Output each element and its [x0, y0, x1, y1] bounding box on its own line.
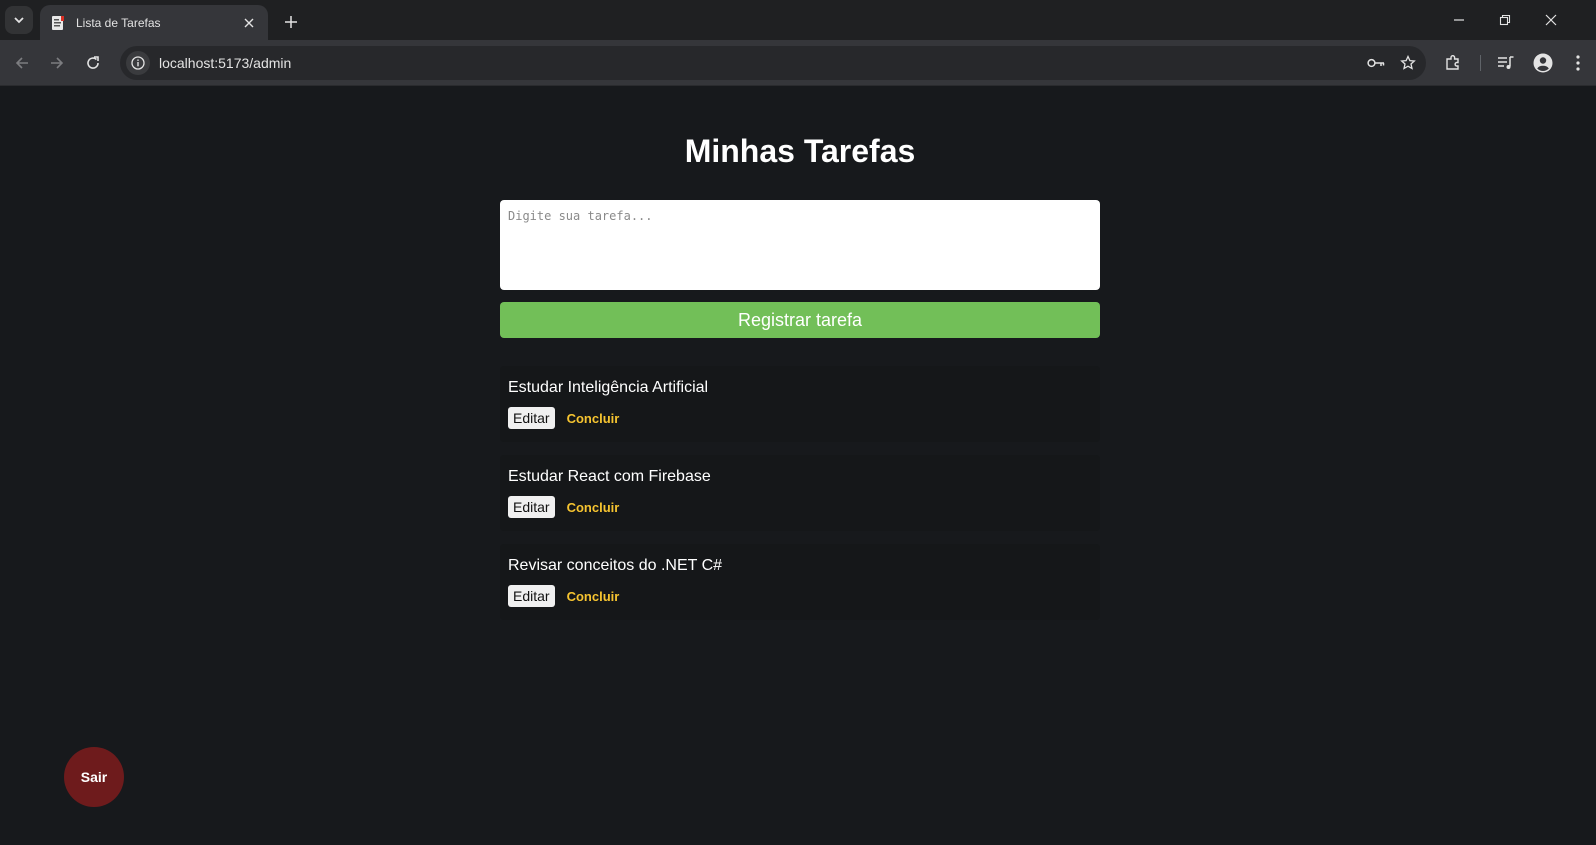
- task-text: Revisar conceitos do .NET C#: [508, 557, 723, 574]
- media-queue-icon[interactable]: [1492, 49, 1520, 77]
- task-list: Estudar Inteligência Artificial Editar C…: [500, 366, 1100, 633]
- tab-close-icon[interactable]: [240, 14, 258, 32]
- site-info-icon[interactable]: [126, 51, 150, 75]
- task-actions: Editar Concluir: [508, 407, 1092, 429]
- profile-avatar-icon[interactable]: [1529, 49, 1557, 77]
- restore-button[interactable]: [1482, 0, 1528, 40]
- new-tab-button[interactable]: [278, 9, 304, 35]
- browser-tabstrip: Lista de Tarefas: [0, 0, 1596, 40]
- conclude-task-button[interactable]: Concluir: [567, 411, 620, 426]
- task-actions: Editar Concluir: [508, 496, 1092, 518]
- edit-task-button[interactable]: Editar: [508, 496, 555, 518]
- task-actions: Editar Concluir: [508, 585, 1092, 607]
- task-item: Estudar React com Firebase Editar Conclu…: [500, 455, 1100, 531]
- close-icon: [1545, 14, 1557, 26]
- toolbar-divider: [1480, 55, 1481, 71]
- task-item: Estudar Inteligência Artificial Editar C…: [500, 366, 1100, 442]
- minimize-button[interactable]: [1436, 0, 1482, 40]
- arrow-left-icon: [15, 57, 28, 69]
- more-menu-icon[interactable]: [1564, 49, 1592, 77]
- page-title: Minhas Tarefas: [684, 133, 916, 169]
- key-icon[interactable]: [1362, 49, 1390, 77]
- address-url[interactable]: localhost:5173/admin: [159, 55, 1362, 71]
- task-input[interactable]: [500, 200, 1100, 290]
- minimize-icon: [1454, 19, 1464, 21]
- arrow-right-icon: [51, 57, 64, 69]
- edit-task-button[interactable]: Editar: [508, 585, 555, 607]
- tab-search-button[interactable]: [5, 6, 33, 34]
- conclude-task-button[interactable]: Concluir: [567, 500, 620, 515]
- task-item: Revisar conceitos do .NET C# Editar Conc…: [500, 544, 1100, 620]
- forward-button[interactable]: [43, 49, 71, 77]
- edit-task-button[interactable]: Editar: [508, 407, 555, 429]
- extensions-icon[interactable]: [1439, 49, 1467, 77]
- star-icon[interactable]: [1394, 49, 1422, 77]
- restore-icon: [1499, 14, 1511, 26]
- task-text: Estudar Inteligência Artificial: [508, 379, 709, 396]
- browser-tab-active[interactable]: Lista de Tarefas: [40, 5, 268, 40]
- reload-button[interactable]: [79, 49, 107, 77]
- plus-icon: [285, 16, 297, 28]
- register-task-button[interactable]: Registrar tarefa: [500, 302, 1100, 338]
- conclude-task-button[interactable]: Concluir: [567, 589, 620, 604]
- chevron-down-icon: [14, 17, 24, 24]
- task-text: Estudar React com Firebase: [508, 468, 711, 485]
- document-favicon-icon: [50, 15, 66, 31]
- close-window-button[interactable]: [1528, 0, 1574, 40]
- page-body: Minhas Tarefas Registrar tarefa Estudar …: [0, 87, 1596, 845]
- tab-title: Lista de Tarefas: [76, 15, 161, 30]
- address-bar[interactable]: localhost:5173/admin: [120, 46, 1426, 80]
- back-button[interactable]: [8, 49, 36, 77]
- browser-toolbar: localhost:5173/admin: [0, 40, 1596, 86]
- reload-icon: [87, 56, 99, 69]
- logout-button[interactable]: Sair: [64, 747, 124, 807]
